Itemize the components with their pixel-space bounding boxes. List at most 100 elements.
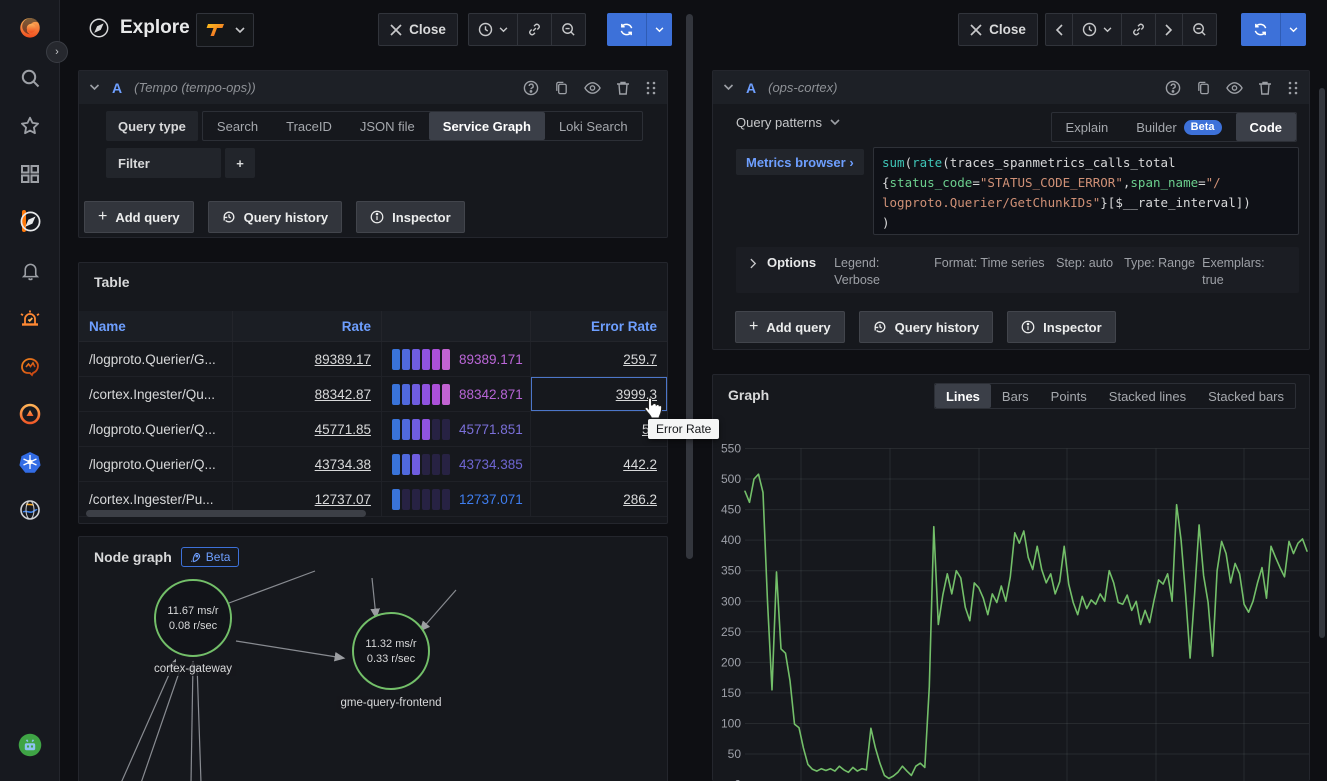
oncall-icon[interactable] (17, 401, 43, 427)
chevron-down-icon (1289, 27, 1298, 33)
drag-handle-icon[interactable] (1287, 80, 1299, 96)
search-icon[interactable] (17, 65, 43, 91)
option-type: Type: Range (1124, 255, 1202, 272)
apps-icon[interactable] (17, 161, 43, 187)
left-pane-scrollbar[interactable] (686, 14, 693, 559)
add-query-button[interactable]: +Add query (84, 201, 194, 233)
zoom-out-button[interactable] (1182, 14, 1216, 45)
remove-query-trash-icon[interactable] (616, 80, 630, 96)
cell-gauge: 45771.851 (382, 412, 531, 446)
mode-builder[interactable]: Builder Beta (1122, 113, 1235, 141)
datasource-picker-left[interactable] (196, 13, 254, 47)
remove-query-trash-icon[interactable] (1258, 80, 1272, 96)
chevron-down-icon (235, 27, 245, 34)
svg-text:150: 150 (721, 686, 741, 700)
time-picker-button[interactable] (1072, 14, 1121, 45)
mode-code[interactable]: Code (1236, 113, 1297, 141)
error-rate-link[interactable]: 442.2 (623, 457, 657, 472)
tab-json-file[interactable]: JSON file (346, 112, 429, 140)
refresh-button[interactable] (607, 13, 646, 46)
shift-time-forward-button[interactable] (1155, 14, 1182, 45)
starred-icon[interactable] (17, 113, 43, 139)
query-ref-id[interactable]: A (112, 80, 122, 96)
query-row-header-left[interactable]: A (Tempo (tempo-ops)) (79, 71, 667, 104)
query-ref-id[interactable]: A (746, 80, 756, 96)
gauge-value: 88342.871 (459, 387, 523, 402)
inspector-button[interactable]: Inspector (356, 201, 465, 233)
user-avatar[interactable] (17, 732, 43, 758)
duplicate-query-icon[interactable] (554, 80, 569, 96)
query-row-header-right[interactable]: A (ops-cortex) (713, 71, 1309, 104)
column-header-gauge[interactable] (382, 311, 531, 341)
disable-query-eye-icon[interactable] (584, 81, 601, 95)
close-right-pane-button[interactable]: Close (958, 13, 1038, 46)
link-split-button[interactable] (517, 14, 551, 45)
gauge-value: 43734.385 (459, 457, 523, 472)
tab-loki-search[interactable]: Loki Search (545, 112, 642, 140)
drag-handle-icon[interactable] (645, 80, 657, 96)
rate-link[interactable]: 45771.85 (315, 422, 371, 437)
query-patterns-dropdown[interactable]: Query patterns (736, 115, 840, 130)
add-query-button[interactable]: +Add query (735, 311, 845, 343)
table-header-row: Name Rate Error Rate (79, 311, 667, 342)
add-filter-button[interactable]: + (225, 148, 255, 178)
metrics-browser-button[interactable]: Metrics browser › (736, 149, 864, 175)
refresh-button[interactable] (1241, 13, 1280, 46)
shift-time-back-button[interactable] (1046, 14, 1072, 45)
tab-service-graph[interactable]: Service Graph (429, 112, 545, 140)
inspector-button[interactable]: Inspector (1007, 311, 1116, 343)
rate-link[interactable]: 43734.38 (315, 457, 371, 472)
grafana-logo[interactable] (17, 14, 43, 40)
style-bars[interactable]: Bars (991, 384, 1040, 408)
style-points[interactable]: Points (1040, 384, 1098, 408)
node-cortex-gateway[interactable]: 11.67 ms/r 0.08 r/sec (154, 579, 232, 657)
rate-link[interactable]: 89389.17 (315, 352, 371, 367)
right-pane-scrollbar[interactable] (1319, 88, 1325, 638)
error-rate-link[interactable]: 259.7 (623, 352, 657, 367)
column-header-error-rate[interactable]: Error Rate (531, 311, 667, 341)
column-header-name[interactable]: Name (79, 311, 233, 341)
close-left-pane-button[interactable]: Close (378, 13, 458, 46)
tab-search[interactable]: Search (203, 112, 272, 140)
style-stacked-bars[interactable]: Stacked bars (1197, 384, 1295, 408)
help-icon[interactable] (1165, 80, 1181, 96)
rate-link[interactable]: 12737.07 (315, 492, 371, 507)
irm-siren-icon[interactable] (17, 305, 43, 331)
query-history-button[interactable]: Query history (859, 311, 994, 343)
style-stacked-lines[interactable]: Stacked lines (1098, 384, 1197, 408)
zoom-out-icon (1192, 22, 1207, 37)
duplicate-query-icon[interactable] (1196, 80, 1211, 96)
refresh-interval-dropdown[interactable] (646, 13, 672, 46)
mode-explain[interactable]: Explain (1052, 113, 1123, 141)
error-rate-link[interactable]: 286.2 (623, 492, 657, 507)
promql-editor[interactable]: sum(rate(traces_spanmetrics_calls_total{… (873, 147, 1299, 235)
disable-query-eye-icon[interactable] (1226, 81, 1243, 95)
alerting-bell-icon[interactable] (17, 257, 43, 283)
query-type-tabs: Search TraceID JSON file Service Graph L… (202, 111, 643, 141)
rate-link[interactable]: 88342.87 (315, 387, 371, 402)
help-icon[interactable] (523, 80, 539, 96)
synthetic-monitoring-globe-icon[interactable] (17, 497, 43, 523)
chevron-down-icon (830, 119, 840, 126)
expand-sidebar-button[interactable]: › (46, 41, 68, 63)
run-query-left (607, 13, 672, 46)
zoom-out-button[interactable] (551, 14, 585, 45)
refresh-interval-dropdown[interactable] (1280, 13, 1306, 46)
machine-learning-icon[interactable] (17, 353, 43, 379)
style-lines[interactable]: Lines (935, 384, 991, 408)
grafana-explore-split-view: › Explore Close (0, 0, 1327, 781)
svg-text:350: 350 (721, 564, 741, 578)
time-picker-button[interactable] (469, 14, 517, 45)
svg-text:250: 250 (721, 625, 741, 639)
node-gme-query-frontend[interactable]: 11.32 ms/r 0.33 r/sec (352, 612, 430, 690)
svg-text:550: 550 (721, 442, 741, 456)
table-horizontal-scrollbar[interactable] (86, 510, 366, 517)
link-split-button[interactable] (1121, 14, 1155, 45)
tab-traceid[interactable]: TraceID (272, 112, 346, 140)
explore-compass-icon[interactable] (17, 208, 43, 234)
query-history-button[interactable]: Query history (208, 201, 343, 233)
column-header-rate[interactable]: Rate (233, 311, 382, 341)
query-options-row[interactable]: Options Legend: Verbose Format: Time ser… (736, 247, 1299, 293)
history-icon (873, 320, 887, 334)
kubernetes-icon[interactable] (17, 449, 43, 475)
